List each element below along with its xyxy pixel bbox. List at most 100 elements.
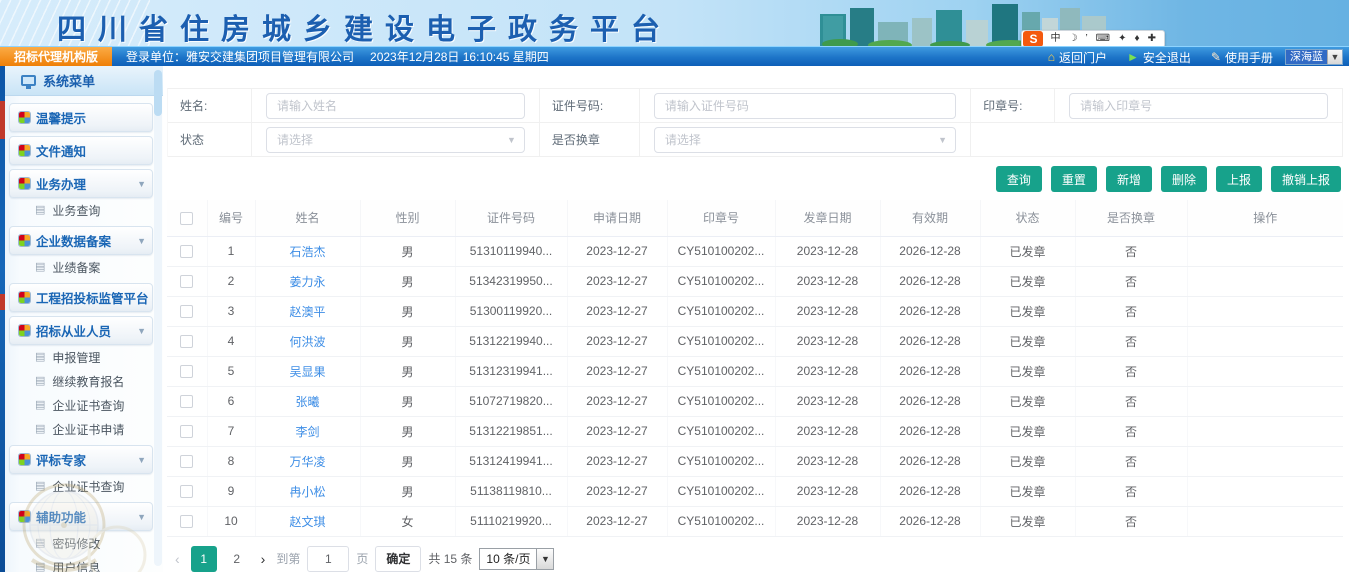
- row-checkbox[interactable]: [180, 515, 193, 528]
- add-button[interactable]: 新增: [1106, 166, 1152, 192]
- sidebar-group-item-2[interactable]: 业务办理▼: [9, 169, 153, 198]
- data-cell: 1: [207, 236, 255, 266]
- chevron-down-icon: ▼: [137, 455, 146, 465]
- user-manual-label: 使用手册: [1225, 49, 1273, 66]
- sidebar-group-item-3[interactable]: 企业数据备案▼: [9, 226, 153, 255]
- row-checkbox[interactable]: [180, 425, 193, 438]
- sidebar-scrollbar[interactable]: [154, 70, 162, 566]
- header-checkbox-cell: [167, 200, 207, 236]
- row-checkbox-cell: [167, 506, 207, 536]
- report-button[interactable]: 上报: [1216, 166, 1262, 192]
- row-checkbox[interactable]: [180, 485, 193, 498]
- sidebar-group-item-5[interactable]: 招标从业人员▼: [9, 316, 153, 345]
- data-cell: 2026-12-28: [880, 266, 980, 296]
- theme-select[interactable]: 深海蓝 ▼: [1285, 49, 1343, 65]
- sidebar-subitem-5-2[interactable]: ▤企业证书查询: [9, 393, 153, 417]
- row-checkbox[interactable]: [180, 305, 193, 318]
- seal-number-input[interactable]: [1069, 93, 1328, 119]
- row-checkbox-cell: [167, 236, 207, 266]
- sidebar-subitem-label: 企业证书查询: [52, 397, 124, 414]
- data-cell: 否: [1075, 266, 1187, 296]
- data-cell: 否: [1075, 236, 1187, 266]
- sidebar-subitem-5-3[interactable]: ▤企业证书申请: [9, 417, 153, 441]
- data-cell: CY510100202...: [667, 356, 775, 386]
- next-page-icon[interactable]: ›: [257, 551, 270, 567]
- safe-exit-link[interactable]: ► 安全退出: [1119, 49, 1199, 66]
- prev-page-icon[interactable]: ‹: [171, 551, 184, 567]
- sidebar-group-item-4[interactable]: 工程招投标监管平台: [9, 283, 153, 312]
- data-cell: 2026-12-28: [880, 416, 980, 446]
- column-header: 发章日期: [775, 200, 880, 236]
- data-cell: 2023-12-27: [567, 356, 667, 386]
- data-cell: 已发章: [980, 386, 1075, 416]
- delete-button[interactable]: 删除: [1161, 166, 1207, 192]
- person-name-link[interactable]: 石浩杰: [289, 245, 325, 259]
- row-checkbox-cell: [167, 416, 207, 446]
- row-checkbox-cell: [167, 266, 207, 296]
- data-cell: 5: [207, 356, 255, 386]
- seal-change-select[interactable]: 请选择 ▼: [654, 127, 956, 153]
- person-name-link[interactable]: 冉小松: [289, 485, 325, 499]
- page-button-1[interactable]: 1: [191, 546, 217, 572]
- status-select[interactable]: 请选择 ▼: [266, 127, 525, 153]
- select-all-checkbox[interactable]: [180, 212, 193, 225]
- person-name-link[interactable]: 吴显果: [289, 365, 325, 379]
- sidebar-group-item-0[interactable]: 温馨提示: [9, 103, 153, 132]
- person-name-link[interactable]: 赵文琪: [289, 515, 325, 529]
- reset-button[interactable]: 重置: [1051, 166, 1097, 192]
- keyboard-icon[interactable]: ⌨: [1092, 31, 1114, 47]
- row-checkbox[interactable]: [180, 455, 193, 468]
- punctuation-icon[interactable]: ’: [1081, 31, 1091, 47]
- query-button[interactable]: 查询: [996, 166, 1042, 192]
- revoke-report-button[interactable]: 撤销上报: [1271, 166, 1341, 192]
- sidebar-subitem-5-0[interactable]: ▤申报管理: [9, 345, 153, 369]
- sidebar-subitem-3-0[interactable]: ▤业绩备案: [9, 255, 153, 279]
- person-name-link[interactable]: 万华凌: [289, 455, 325, 469]
- row-checkbox[interactable]: [180, 275, 193, 288]
- sidebar-group-item-1[interactable]: 文件通知: [9, 136, 153, 165]
- person-name-link[interactable]: 何洪波: [289, 335, 325, 349]
- table-row: 5吴显果男51312319941...2023-12-27CY510100202…: [167, 356, 1343, 386]
- data-cell: CY510100202...: [667, 476, 775, 506]
- home-icon: ⌂: [1048, 51, 1055, 63]
- row-checkbox[interactable]: [180, 395, 193, 408]
- user-manual-link[interactable]: ✎ 使用手册: [1203, 49, 1281, 66]
- row-checkbox[interactable]: [180, 335, 193, 348]
- data-cell: 51312219851...: [455, 416, 567, 446]
- sidebar-subitem-2-0[interactable]: ▤业务查询: [9, 198, 153, 222]
- hand-icon[interactable]: ✦: [1114, 31, 1130, 47]
- row-checkbox[interactable]: [180, 365, 193, 378]
- data-cell: 51312219940...: [455, 326, 567, 356]
- data-cell: [1187, 326, 1343, 356]
- goto-label: 到第: [276, 550, 300, 567]
- data-cell: 男: [360, 356, 455, 386]
- chevron-down-icon: ▼: [1327, 50, 1342, 64]
- name-input[interactable]: [266, 93, 525, 119]
- person-name-link[interactable]: 张曦: [295, 395, 319, 409]
- wrench-icon[interactable]: ✚: [1144, 31, 1160, 47]
- chinese-mode-icon[interactable]: 中: [1046, 31, 1064, 47]
- page-button-2[interactable]: 2: [224, 546, 250, 572]
- column-header: 是否换章: [1075, 200, 1187, 236]
- name-cell: 万华凌: [255, 446, 360, 476]
- goto-confirm-button[interactable]: 确定: [375, 546, 421, 572]
- edition-badge: 招标代理机构版: [0, 47, 112, 67]
- id-number-input[interactable]: [654, 93, 956, 119]
- data-cell: 2023-12-28: [775, 266, 880, 296]
- goto-page-input[interactable]: [307, 546, 349, 572]
- column-header: 印章号: [667, 200, 775, 236]
- sidebar-group-label: 企业数据备案: [36, 231, 131, 250]
- sogou-logo[interactable]: S: [1023, 31, 1043, 47]
- skin-icon[interactable]: ♦: [1131, 31, 1144, 47]
- page-size-select[interactable]: 10 条/页 ▼: [479, 548, 554, 570]
- moon-icon[interactable]: ☽: [1064, 31, 1081, 47]
- sidebar-subitem-5-1[interactable]: ▤继续教育报名: [9, 369, 153, 393]
- return-portal-link[interactable]: ⌂ 返回门户: [1040, 49, 1115, 66]
- row-checkbox-cell: [167, 446, 207, 476]
- data-cell: CY510100202...: [667, 386, 775, 416]
- person-name-link[interactable]: 李剑: [295, 425, 319, 439]
- data-cell: 2023-12-27: [567, 296, 667, 326]
- person-name-link[interactable]: 赵澳平: [289, 305, 325, 319]
- row-checkbox[interactable]: [180, 245, 193, 258]
- person-name-link[interactable]: 姜力永: [289, 275, 325, 289]
